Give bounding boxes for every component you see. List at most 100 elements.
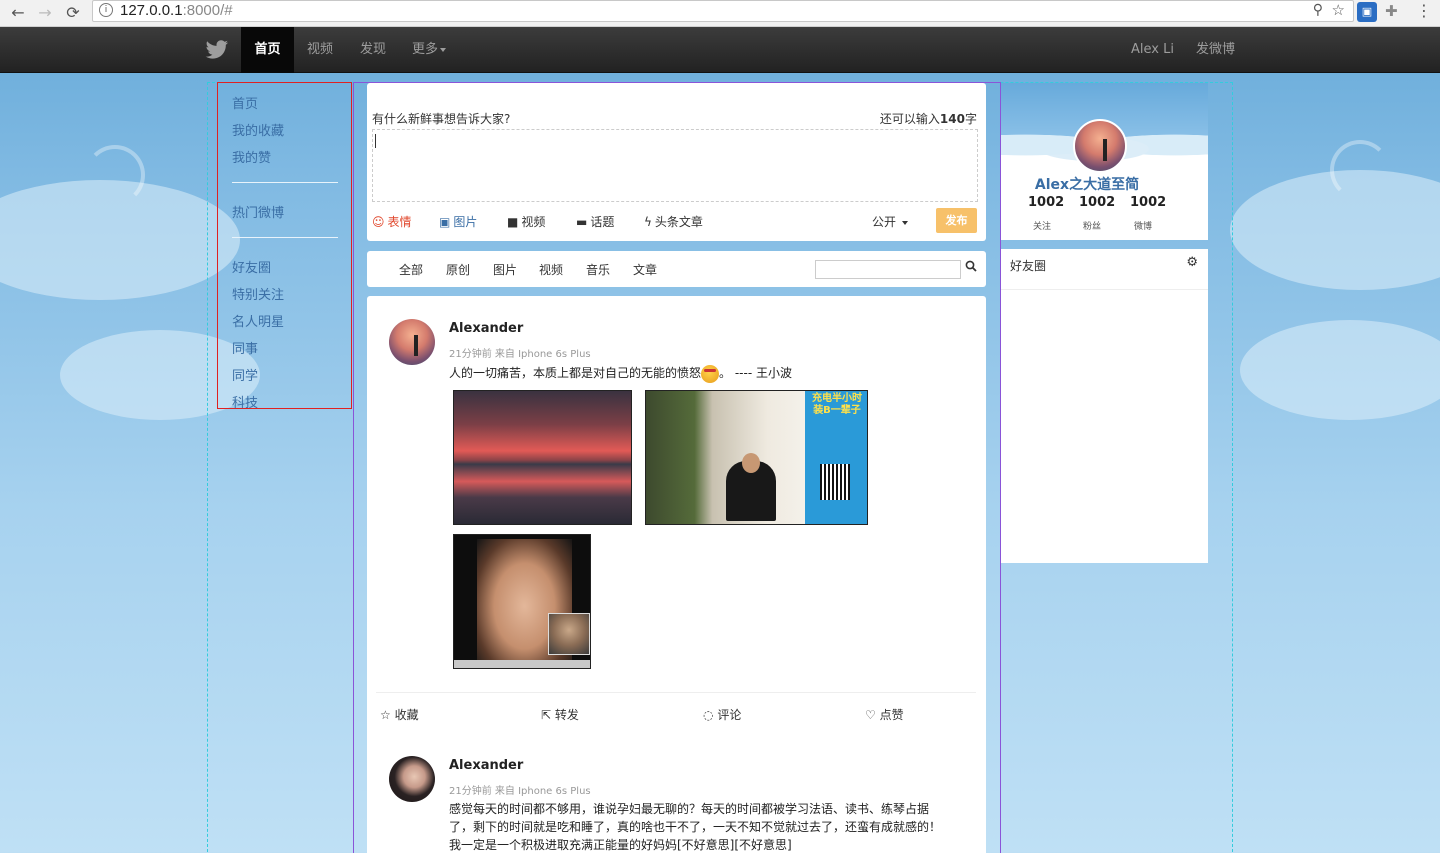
repost-button[interactable]: ⇱ 转发 <box>541 706 579 723</box>
sidebar-item-colleagues[interactable]: 同事 <box>232 338 258 357</box>
composer-textarea[interactable] <box>372 129 978 202</box>
topic-tool-label: 话题 <box>590 215 615 229</box>
favorite-button[interactable]: ☆ 收藏 <box>380 706 419 723</box>
post-photo-sunset[interactable] <box>453 390 632 525</box>
article-tool-button[interactable]: ϟ 头条文章 <box>644 213 703 230</box>
post-avatar[interactable] <box>389 319 435 365</box>
nav-post-link[interactable]: 发微博 <box>1196 27 1235 73</box>
room-person-head <box>742 453 760 473</box>
share-icon: ⇱ <box>541 708 552 722</box>
video-tool-button[interactable]: ■ 视频 <box>507 213 545 230</box>
url-host: 127.0.0.1 <box>120 2 183 19</box>
thumbs-up-icon: ♡ <box>865 708 876 722</box>
stat-posts-count[interactable]: 1002 <box>1130 195 1166 210</box>
post-text-main: 人的一切痛苦，本质上都是对自己的无能的愤怒 <box>449 366 702 380</box>
sidebar-item-classmates[interactable]: 同学 <box>232 365 258 384</box>
background-swirl <box>1330 140 1390 200</box>
feed-search-input[interactable] <box>815 260 961 279</box>
nav-tab-more-label: 更多 <box>412 42 439 57</box>
post-meta: 21分钟前 来自 Iphone 6s Plus <box>449 786 591 797</box>
post-divider <box>376 692 976 693</box>
chevron-down-icon <box>440 47 447 52</box>
post-author[interactable]: Alexander <box>449 321 523 336</box>
reload-icon[interactable]: ⟳ <box>63 3 83 23</box>
nav-tab-more[interactable]: 更多 <box>412 27 447 73</box>
stat-following-count[interactable]: 1002 <box>1028 195 1064 210</box>
extension-icon[interactable]: ▣ <box>1357 2 1377 22</box>
topic-icon: ▬ <box>576 215 588 229</box>
top-navbar: 首页 视频 发现 更多 Alex Li 发微博 <box>0 27 1440 73</box>
profile-name[interactable]: Alex之大道至简 <box>1001 174 1173 194</box>
image-tool-button[interactable]: ▣ 图片 <box>439 213 477 230</box>
composer-prompt: 有什么新鲜事想告诉大家? <box>372 112 511 126</box>
sidebar-divider <box>232 182 338 183</box>
sidebar-item-favorites[interactable]: 我的收藏 <box>232 120 284 139</box>
comment-icon: ◌ <box>703 708 714 722</box>
filter-tab-videos[interactable]: 视频 <box>539 261 563 278</box>
sidebar-divider <box>232 237 338 238</box>
sidebar-item-celebrities[interactable]: 名人明星 <box>232 311 284 330</box>
emoji-tool-label: 表情 <box>387 215 412 229</box>
room-sign-text: 充电半小时 装B一辈子 <box>812 393 862 416</box>
left-sidebar-menu: 首页 我的收藏 我的赞 热门微博 好友圈 特别关注 名人明星 同事 同学 科技 <box>217 82 352 411</box>
filter-tab-all[interactable]: 全部 <box>399 261 423 278</box>
post-photo-room[interactable]: 充电半小时 装B一辈子 <box>645 390 868 525</box>
stat-followers-label: 粉丝 <box>1083 222 1102 232</box>
filter-tab-images[interactable]: 图片 <box>493 261 517 278</box>
puzzle-icon[interactable]: ✚ <box>1385 2 1398 20</box>
search-icon[interactable] <box>965 260 977 275</box>
nav-tab-discover[interactable]: 发现 <box>360 27 386 73</box>
char-counter-number: 140 <box>939 112 965 126</box>
sidebar-item-hot[interactable]: 热门微博 <box>232 202 284 221</box>
gear-icon[interactable]: ⚙ <box>1186 255 1198 270</box>
nav-tab-video[interactable]: 视频 <box>307 27 333 73</box>
post-text: 人的一切痛苦，本质上都是对自己的无能的愤怒 。 ---- 王小波 <box>449 364 792 383</box>
post-avatar[interactable] <box>389 756 435 802</box>
twitter-bird-icon[interactable] <box>205 40 229 60</box>
post-author[interactable]: Alexander <box>449 758 523 773</box>
topic-tool-button[interactable]: ▬ 话题 <box>576 213 614 230</box>
zoom-icon[interactable]: ⚲ <box>1313 2 1323 18</box>
post-photo-selfie[interactable] <box>453 534 591 669</box>
publish-button[interactable]: 发布 <box>936 208 977 233</box>
sidebar-item-tech[interactable]: 科技 <box>232 392 258 411</box>
sidebar-item-special-follow[interactable]: 特别关注 <box>232 284 284 303</box>
stat-following-label: 关注 <box>1033 222 1052 232</box>
browser-menu-icon[interactable]: ⋮ <box>1416 1 1432 20</box>
video-tool-label: 视频 <box>521 215 546 229</box>
back-icon[interactable]: ← <box>8 3 28 23</box>
nav-tab-home[interactable]: 首页 <box>241 27 294 73</box>
emoji-tool-button[interactable]: ☺ 表情 <box>372 213 412 230</box>
nav-user-name[interactable]: Alex Li <box>1131 27 1174 73</box>
bookmark-star-icon[interactable]: ☆ <box>1332 1 1345 19</box>
sidebar-item-home[interactable]: 首页 <box>232 93 258 112</box>
char-counter: 还可以输入140字 <box>880 110 977 127</box>
filter-tab-original[interactable]: 原创 <box>446 261 470 278</box>
visibility-dropdown[interactable]: 公开 <box>872 213 908 230</box>
comment-button[interactable]: ◌ 评论 <box>703 706 741 723</box>
char-counter-prefix: 还可以输入 <box>879 112 940 126</box>
filter-tab-articles[interactable]: 文章 <box>633 261 657 278</box>
filter-tab-music[interactable]: 音乐 <box>586 261 610 278</box>
site-info-icon[interactable]: i <box>99 3 113 17</box>
profile-card: Alex之大道至简 1002 1002 1002 关注 粉丝 微博 <box>1001 83 1208 240</box>
profile-avatar[interactable] <box>1073 119 1127 173</box>
feed-list: Alexander 21分钟前 来自 Iphone 6s Plus 人的一切痛苦… <box>367 296 986 853</box>
friends-panel-title: 好友圈 <box>1010 259 1047 273</box>
url-path: :8000/# <box>182 2 233 19</box>
chevron-down-icon <box>901 220 908 225</box>
comment-label: 评论 <box>717 708 742 722</box>
stat-followers-count[interactable]: 1002 <box>1079 195 1115 210</box>
post-composer: 有什么新鲜事想告诉大家? 还可以输入140字 ☺ 表情 ▣ 图片 ■ 视频 ▬ 话题 ϟ… <box>367 83 986 241</box>
url-text[interactable]: 127.0.0.1:8000/# <box>120 1 233 21</box>
forward-icon[interactable]: → <box>35 3 55 23</box>
selfie-pip-video <box>548 613 590 655</box>
sidebar-item-likes[interactable]: 我的赞 <box>232 147 271 166</box>
friends-panel: 好友圈 ⚙ <box>1001 249 1208 563</box>
like-button[interactable]: ♡ 点赞 <box>865 706 904 723</box>
char-counter-suffix: 字 <box>964 112 977 126</box>
angry-emoji-icon <box>701 364 720 383</box>
address-bar[interactable]: i 127.0.0.1:8000/# ⚲ ☆ <box>92 0 1354 22</box>
feed-filter-bar: 全部 原创 图片 视频 音乐 文章 <box>367 251 986 287</box>
sidebar-item-friends[interactable]: 好友圈 <box>232 257 271 276</box>
